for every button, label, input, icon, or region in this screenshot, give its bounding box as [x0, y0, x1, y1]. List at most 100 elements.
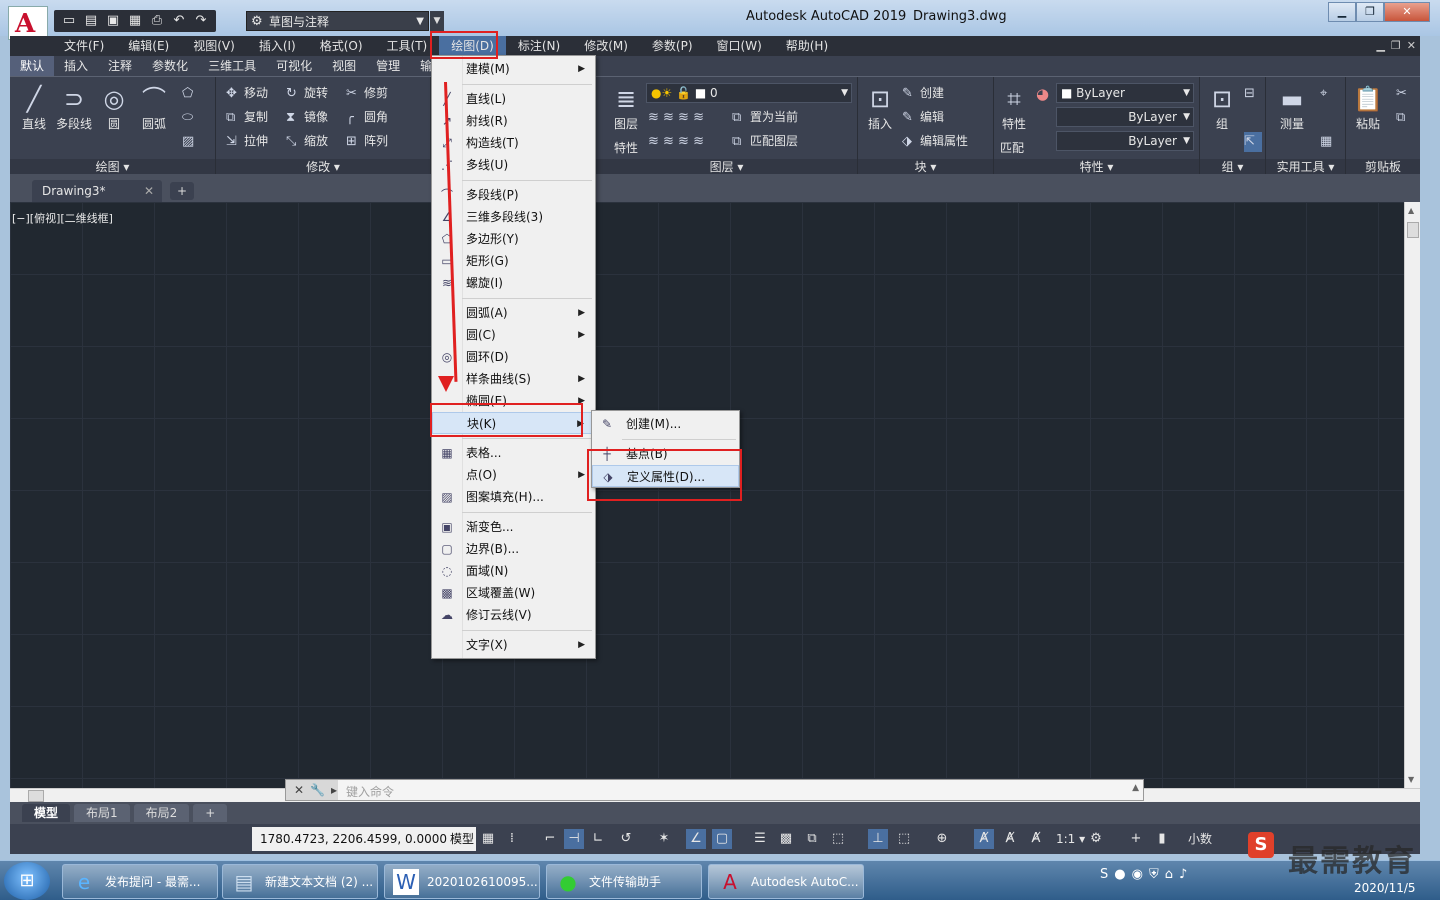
stretch-tool[interactable]: ⇲ 拉伸: [226, 131, 268, 151]
maximize-button[interactable]: ❐: [1356, 2, 1384, 22]
annotation-scale-value[interactable]: 1:1 ▾: [1056, 829, 1085, 849]
open-folder-icon[interactable]: ▤: [82, 13, 100, 29]
menu-file[interactable]: 文件(F): [52, 36, 116, 56]
task-ie[interactable]: e 发布提问 - 最需...: [62, 864, 218, 899]
transparency-icon[interactable]: ▩: [776, 829, 796, 849]
menu-item-gradient[interactable]: ▣ 渐变色...: [432, 516, 595, 538]
block-panel-title[interactable]: 块 ▾: [858, 159, 993, 175]
object-snap-icon[interactable]: ▢: [712, 829, 732, 849]
new-tab-button[interactable]: +: [170, 182, 194, 200]
tab-model[interactable]: 模型: [22, 804, 71, 822]
isodraft-icon[interactable]: ✶: [654, 829, 674, 849]
menu-item-multiline[interactable]: ⋰多线(U): [432, 154, 595, 176]
menu-item-circle[interactable]: 圆(C) ▶: [432, 324, 595, 346]
menu-item-modeling[interactable]: 建模(M) ▶: [432, 58, 595, 80]
grid-icon[interactable]: ▦: [478, 829, 498, 849]
scroll-down-icon[interactable]: ▼: [1408, 775, 1414, 784]
add-layout-button[interactable]: +: [193, 804, 228, 822]
tab-view[interactable]: 视图: [322, 56, 366, 76]
set-current-tool[interactable]: ⧉ 置为当前: [732, 107, 798, 127]
clipboard-panel-title[interactable]: 剪贴板: [1346, 159, 1420, 175]
paste-tool[interactable]: 📋 粘贴: [1348, 83, 1388, 132]
clock-date[interactable]: 2020/11/5: [1354, 881, 1416, 895]
doc-close-icon[interactable]: ✕: [1407, 36, 1416, 56]
new-file-icon[interactable]: ▭: [60, 13, 78, 29]
weibo-tray-icon[interactable]: ◉: [1132, 867, 1143, 882]
polygon-tool[interactable]: ⬠: [182, 83, 200, 103]
menu-item-revision-cloud[interactable]: ☁ 修订云线(V): [432, 604, 595, 626]
scroll-thumb[interactable]: [1407, 222, 1419, 238]
scroll-up-icon[interactable]: ▲: [1408, 206, 1414, 215]
doc-restore-icon[interactable]: ❐: [1391, 36, 1401, 56]
plus-icon[interactable]: +: [1126, 829, 1146, 849]
command-line[interactable]: ✕ 🔧 ▸ 键入命令 ▲: [285, 779, 1144, 801]
menu-item-line[interactable]: ╱直线(L): [432, 88, 595, 110]
lineweight-dropdown[interactable]: ByLayer ▼: [1056, 131, 1194, 151]
close-icon[interactable]: ✕: [144, 180, 154, 202]
auto-scale-icon[interactable]: Ⱥ: [1000, 829, 1020, 849]
tab-insert[interactable]: 插入: [54, 56, 98, 76]
menu-parametric[interactable]: 参数(P): [640, 36, 705, 56]
menu-item-create-block[interactable]: ✎ 创建(M)...: [592, 413, 739, 435]
menu-item-point[interactable]: 点(O) ▶: [432, 464, 595, 486]
layer-properties-tool[interactable]: ≣ 图层: [606, 83, 646, 132]
command-prompt-icon[interactable]: ▸: [331, 783, 337, 797]
menu-item-hatch[interactable]: ▨ 图案填充(H)...: [432, 486, 595, 508]
menu-item-helix[interactable]: ≋ 螺旋(I): [432, 272, 595, 294]
tab-default[interactable]: 默认: [10, 56, 55, 76]
dynamic-ucs-icon[interactable]: ⊥: [868, 829, 888, 849]
3d-osnap-icon[interactable]: ⬚: [828, 829, 848, 849]
color-dropdown[interactable]: ■ ByLayer ▼: [1056, 83, 1194, 103]
customize-qat-button[interactable]: ▼: [430, 11, 444, 31]
minimize-button[interactable]: ▁: [1328, 2, 1356, 22]
menu-item-construction-line[interactable]: ⤢构造线(T): [432, 132, 595, 154]
line-tool[interactable]: ╱ 直线: [14, 83, 54, 132]
menu-item-boundary[interactable]: ▢ 边界(B)...: [432, 538, 595, 560]
lineweight-icon[interactable]: ☰: [750, 829, 770, 849]
polyline-tool[interactable]: ⊃ 多段线: [54, 83, 94, 132]
utilities-panel-title[interactable]: 实用工具 ▾: [1266, 159, 1345, 175]
menu-help[interactable]: 帮助(H): [774, 36, 840, 56]
draw-panel-title[interactable]: 绘图 ▾: [10, 159, 215, 175]
quick-select-tool[interactable]: ⌖: [1320, 83, 1338, 103]
tab-manage[interactable]: 管理: [366, 56, 410, 76]
wechat-tray-icon[interactable]: ●: [1114, 867, 1125, 882]
tab-layout2[interactable]: 布局2: [133, 804, 190, 822]
copy-clip-tool[interactable]: ⧉: [1396, 107, 1414, 127]
layer-tools-row2[interactable]: ≋ ≋ ≋ ≋: [648, 131, 704, 151]
workspace-dropdown[interactable]: ⚙ 草图与注释 ▼: [246, 11, 429, 31]
menu-item-3d-polyline[interactable]: ∠ 三维多段线(3): [432, 206, 595, 228]
task-autocad[interactable]: A Autodesk AutoC...: [708, 864, 864, 899]
copy-tool[interactable]: ⧉ 复制: [226, 107, 268, 127]
calculator-tool[interactable]: ▦: [1320, 131, 1338, 151]
hscroll-thumb[interactable]: [28, 790, 44, 802]
menu-item-text[interactable]: 文字(X) ▶: [432, 634, 595, 656]
volume-icon[interactable]: ♪: [1179, 867, 1187, 882]
menu-item-table[interactable]: ▦ 表格...: [432, 442, 595, 464]
ungroup-tool[interactable]: ⊟: [1244, 83, 1262, 103]
layers-panel-title[interactable]: 图层 ▾: [596, 159, 857, 175]
measure-tool[interactable]: ▬ 测量: [1272, 83, 1312, 132]
selection-filter-icon[interactable]: ⬚: [894, 829, 914, 849]
close-icon[interactable]: ✕: [294, 783, 304, 797]
move-tool[interactable]: ✥ 移动: [226, 83, 268, 103]
menu-item-arc[interactable]: 圆弧(A) ▶: [432, 302, 595, 324]
mirror-tool[interactable]: ⧗ 镜像: [286, 107, 328, 127]
tab-3d-tools[interactable]: 三维工具: [198, 56, 266, 76]
array-tool[interactable]: ⊞ 阵列: [346, 131, 388, 151]
tab-annotate[interactable]: 注释: [98, 56, 142, 76]
annotation-visibility-icon[interactable]: Ⱥ: [974, 829, 994, 849]
save-icon[interactable]: ▣: [104, 13, 122, 29]
tab-parametric[interactable]: 参数化: [142, 56, 198, 76]
menu-window[interactable]: 窗口(W): [705, 36, 774, 56]
gear-icon[interactable]: ⚙: [1086, 829, 1106, 849]
undo-icon[interactable]: ↶: [170, 13, 188, 29]
shield-icon[interactable]: ⛨: [1149, 867, 1159, 882]
model-space-button[interactable]: 模型: [448, 827, 476, 851]
fillet-tool[interactable]: ╭ 圆角: [346, 107, 388, 127]
menu-insert[interactable]: 插入(I): [247, 36, 308, 56]
ellipse-tool[interactable]: ⬭: [182, 107, 200, 127]
print-icon[interactable]: ⎙: [148, 13, 166, 29]
infer-icon[interactable]: ⌐: [540, 829, 560, 849]
trim-tool[interactable]: ✂ 修剪: [346, 83, 388, 103]
